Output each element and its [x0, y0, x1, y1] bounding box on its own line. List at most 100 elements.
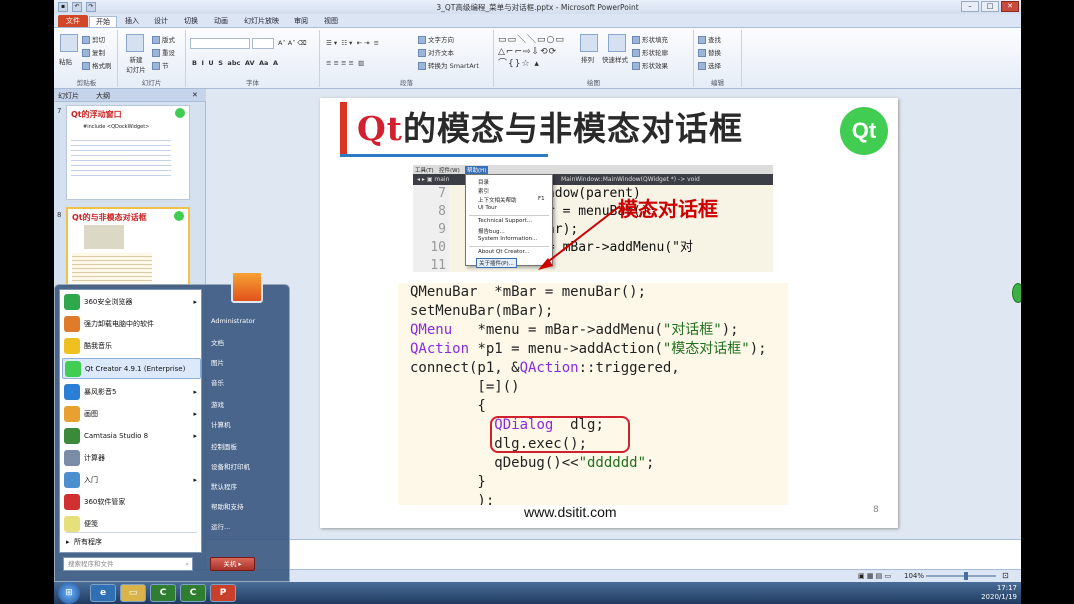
tab-design[interactable]: 设计: [154, 16, 168, 26]
tab-insert[interactable]: 插入: [125, 16, 139, 26]
group-clipboard: 粘贴 剪切 复制 格式刷 剪贴板: [56, 30, 118, 87]
floating-widget-handle[interactable]: [1012, 283, 1021, 303]
tab-file[interactable]: 文件: [58, 15, 88, 27]
maximize-button[interactable]: □: [981, 1, 999, 12]
layout-button[interactable]: 版式: [152, 34, 175, 44]
font-name-combo[interactable]: [190, 38, 250, 49]
quick-styles-icon[interactable]: [608, 34, 626, 52]
tab-home[interactable]: 开始: [89, 16, 117, 27]
start-menu-item[interactable]: 计算器: [62, 448, 201, 469]
arrange-icon[interactable]: [580, 34, 598, 52]
start-button[interactable]: ⊞: [58, 582, 80, 604]
cut-button[interactable]: 剪切: [82, 34, 105, 44]
view-buttons[interactable]: ▣ ▦ ▤ ▭: [858, 572, 891, 580]
tab-transitions[interactable]: 切换: [184, 16, 198, 26]
reset-button[interactable]: 重设: [152, 47, 175, 57]
slide-thumbnail-8[interactable]: Qt的与非模态对话框: [66, 207, 190, 287]
start-menu-item[interactable]: 360软件管家: [62, 492, 201, 513]
tab-review[interactable]: 审阅: [294, 16, 308, 26]
find-button[interactable]: 查找: [698, 34, 721, 44]
tab-outline-panel[interactable]: 大纲: [96, 91, 110, 101]
font-style-buttons[interactable]: B I U S abc AV Aa A: [192, 59, 278, 67]
ctx-item: 索引: [478, 189, 490, 195]
font-size-combo[interactable]: [252, 38, 274, 49]
tab-slides-panel[interactable]: 幻灯片: [58, 91, 79, 101]
clock[interactable]: 17:17 2020/1/19: [981, 584, 1017, 602]
slide-canvas[interactable]: Qt的模态与非模态对话框 Qt 工具(T) 控件(W) 帮助(H) ◂ ▸ ▣ …: [320, 98, 898, 528]
select-button[interactable]: 选择: [698, 60, 721, 70]
places-music[interactable]: 音乐: [211, 377, 224, 387]
places-pictures[interactable]: 图片: [211, 357, 224, 367]
start-menu-item[interactable]: Camtasia Studio 8 ▸: [62, 426, 201, 447]
start-menu-item[interactable]: 强力卸载电脑中的软件: [62, 314, 201, 335]
smartart-button[interactable]: 转换为 SmartArt: [418, 60, 479, 70]
program-icon: [64, 472, 80, 488]
qt-line-numbers: 7 8 9 10 11: [413, 185, 449, 272]
places-devices-printers[interactable]: 设备和打印机: [211, 461, 250, 471]
copy-button[interactable]: 复制: [82, 47, 105, 57]
places-default-programs[interactable]: 默认程序: [211, 481, 237, 491]
font-grow-shrink[interactable]: A˄ A˅ ⌫: [278, 39, 307, 47]
start-menu-item[interactable]: 暴风影音5 ▸: [62, 382, 201, 403]
start-menu-item[interactable]: 入门 ▸: [62, 470, 201, 491]
close-button[interactable]: ✕: [1001, 1, 1019, 12]
align-buttons[interactable]: ≡ ≡ ≡ ≡ ▥: [326, 59, 364, 67]
shapes-gallery[interactable]: ▭▭＼＼▭○▭ △⌐⌐⇨⇩⟲⟳ ⌒{}☆ ▴: [498, 34, 565, 70]
program-label: 酷我音乐: [84, 342, 112, 350]
start-search-input[interactable]: 搜索程序和文件 ⌕: [63, 557, 193, 571]
ie-icon[interactable]: e: [90, 584, 116, 602]
places-user[interactable]: Administrator: [211, 317, 255, 325]
paste-icon[interactable]: [60, 34, 78, 52]
align-text-button[interactable]: 对齐文本: [418, 47, 454, 57]
replace-button[interactable]: 替换: [698, 47, 721, 57]
text-direction-button[interactable]: 文字方向: [418, 34, 454, 44]
places-documents[interactable]: 文档: [211, 337, 224, 347]
shape-fill-button[interactable]: 形状填充: [632, 34, 668, 44]
tab-animations[interactable]: 动画: [214, 16, 228, 26]
places-run[interactable]: 运行...: [211, 521, 230, 531]
zoom-slider[interactable]: [926, 575, 996, 577]
list-buttons[interactable]: ☰ ▾ ☷ ▾ ⇤ ⇥ ≡: [326, 39, 379, 47]
section-button[interactable]: 节: [152, 60, 169, 70]
zoom-slider-thumb[interactable]: [964, 572, 968, 580]
arrange-button[interactable]: 排列: [581, 54, 594, 64]
ctx-item: UI Tour: [478, 205, 497, 211]
tab-slideshow[interactable]: 幻灯片放映: [244, 16, 279, 26]
align-text-label: 对齐文本: [428, 49, 454, 57]
shutdown-button[interactable]: 关机 ▸: [210, 557, 255, 571]
program-label: 便笺: [84, 520, 98, 528]
minimize-button[interactable]: –: [961, 1, 979, 12]
paste-button[interactable]: 粘贴: [59, 56, 72, 66]
places-control-panel[interactable]: 控制面板: [211, 441, 237, 451]
new-slide-icon[interactable]: [126, 34, 144, 52]
tab-view[interactable]: 视图: [324, 16, 338, 26]
quick-styles-button[interactable]: 快速样式: [602, 54, 628, 64]
shape-effects-label: 形状效果: [642, 62, 668, 70]
start-menu-item[interactable]: 酷我音乐: [62, 336, 201, 357]
all-programs-link[interactable]: ▸ 所有程序: [66, 537, 102, 547]
title-qt: Qt: [357, 109, 403, 148]
ribbon-tabs: 文件 开始 插入 设计 切换 动画 幻灯片放映 审阅 视图: [54, 14, 1021, 28]
start-menu-item[interactable]: 360安全浏览器 ▸: [62, 292, 201, 313]
code-text: );: [749, 341, 767, 357]
powerpoint-icon[interactable]: P: [210, 584, 236, 602]
right-black-bar: [1021, 0, 1074, 604]
close-panel-icon[interactable]: ✕: [192, 91, 198, 99]
places-games[interactable]: 游戏: [211, 399, 224, 409]
places-help-support[interactable]: 帮助和支持: [211, 501, 244, 511]
notes-pane[interactable]: [206, 539, 1021, 569]
new-slide-button[interactable]: 新建 幻灯片: [122, 54, 150, 74]
explorer-icon[interactable]: ▭: [120, 584, 146, 602]
places-computer[interactable]: 计算机: [211, 419, 231, 429]
format-painter-button[interactable]: 格式刷: [82, 60, 112, 70]
start-menu-item[interactable]: Qt Creator 4.9.1 (Enterprise): [62, 358, 201, 379]
shape-outline-button[interactable]: 形状轮廓: [632, 47, 668, 57]
start-menu-item[interactable]: 画图 ▸: [62, 404, 201, 425]
fit-to-window-icon[interactable]: ⊡: [1002, 571, 1009, 580]
format-painter-label: 格式刷: [92, 62, 112, 70]
slide-thumbnail-7[interactable]: Qt的浮动窗口 #include <QDockWidget>: [66, 105, 190, 200]
camtasia-icon[interactable]: C: [150, 584, 176, 602]
shape-effects-button[interactable]: 形状效果: [632, 60, 668, 70]
program-label: 画图: [84, 410, 98, 418]
camtasia-recorder-icon[interactable]: C: [180, 584, 206, 602]
